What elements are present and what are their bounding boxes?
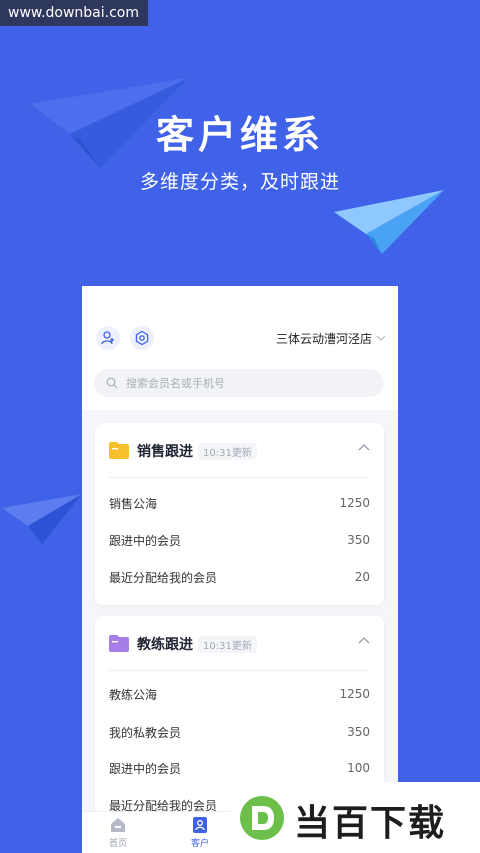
app-header: 三体云动漕河泾店 搜索会员名或手机号 [82, 286, 398, 410]
store-selector[interactable]: 三体云动漕河泾店 [276, 330, 386, 347]
update-time-badge: 10:31更新 [198, 636, 257, 653]
customer-icon [193, 817, 207, 833]
folder-icon [109, 442, 129, 459]
search-input[interactable]: 搜索会员名或手机号 [126, 375, 225, 391]
list-item[interactable]: 我的私教会员 350 [109, 722, 370, 742]
brand-text: 当百下载 [294, 803, 447, 844]
card-header[interactable]: 教练跟进 10:31更新 [95, 616, 384, 670]
row-label: 我的私教会员 [109, 725, 182, 740]
row-label: 教练公海 [109, 687, 158, 702]
tab-label: 客户 [190, 839, 209, 849]
row-label: 销售公海 [109, 496, 158, 511]
card-header[interactable]: 销售跟进 10:31更新 [95, 423, 384, 477]
row-value: 350 [347, 725, 370, 739]
sales-followup-card: 销售跟进 10:31更新 销售公海 1250 跟进中的会员 350 最近分配给我… [95, 423, 384, 605]
tab-home[interactable]: 首页 [88, 816, 148, 849]
tab-customer[interactable]: 客户 [170, 816, 230, 849]
home-icon [111, 818, 125, 832]
list-item[interactable]: 跟进中的会员 350 [109, 530, 370, 550]
tab-label: 首页 [108, 839, 127, 849]
list-item[interactable]: 教练公海 1250 [109, 684, 370, 704]
settings-icon [135, 330, 149, 346]
paper-plane-right-icon [334, 190, 444, 254]
row-value: 1250 [339, 687, 370, 701]
add-user-button[interactable] [96, 326, 120, 350]
store-name: 三体云动漕河泾店 [275, 332, 372, 346]
divider [109, 477, 370, 478]
card-title: 销售跟进 [137, 444, 193, 460]
row-label: 最近分配给我的会员 [109, 570, 218, 585]
chevron-up-icon[interactable] [358, 636, 370, 646]
brand-logo-icon [240, 796, 284, 840]
chevron-down-icon [376, 333, 386, 344]
settings-button[interactable] [130, 326, 154, 350]
watermark: www.downbai.com [0, 0, 148, 26]
card-title: 教练跟进 [137, 637, 193, 653]
search-bar[interactable]: 搜索会员名或手机号 [94, 369, 384, 397]
row-value: 100 [347, 761, 370, 775]
paper-plane-left-icon [2, 494, 82, 544]
update-time-badge: 10:31更新 [198, 443, 257, 460]
hero-subtitle: 多维度分类，及时跟进 [139, 171, 340, 193]
chevron-up-icon[interactable] [358, 443, 370, 453]
list-item[interactable]: 跟进中的会员 100 [109, 758, 370, 778]
divider [109, 670, 370, 671]
row-value: 20 [354, 570, 370, 584]
brand-watermark: 当百下载 [232, 782, 480, 853]
row-label: 跟进中的会员 [109, 533, 182, 548]
list-item[interactable]: 最近分配给我的会员 20 [109, 567, 370, 587]
phone-screen: 三体云动漕河泾店 搜索会员名或手机号 销售跟进 10:31更新 销售公海 125… [82, 286, 398, 853]
folder-icon [109, 635, 129, 652]
row-value: 1250 [339, 496, 370, 510]
add-user-icon [101, 331, 114, 345]
search-icon [106, 377, 118, 389]
list-item[interactable]: 销售公海 1250 [109, 493, 370, 513]
row-value: 350 [347, 533, 370, 547]
hero-title: 客户维系 [155, 113, 324, 157]
row-label: 跟进中的会员 [109, 761, 182, 776]
